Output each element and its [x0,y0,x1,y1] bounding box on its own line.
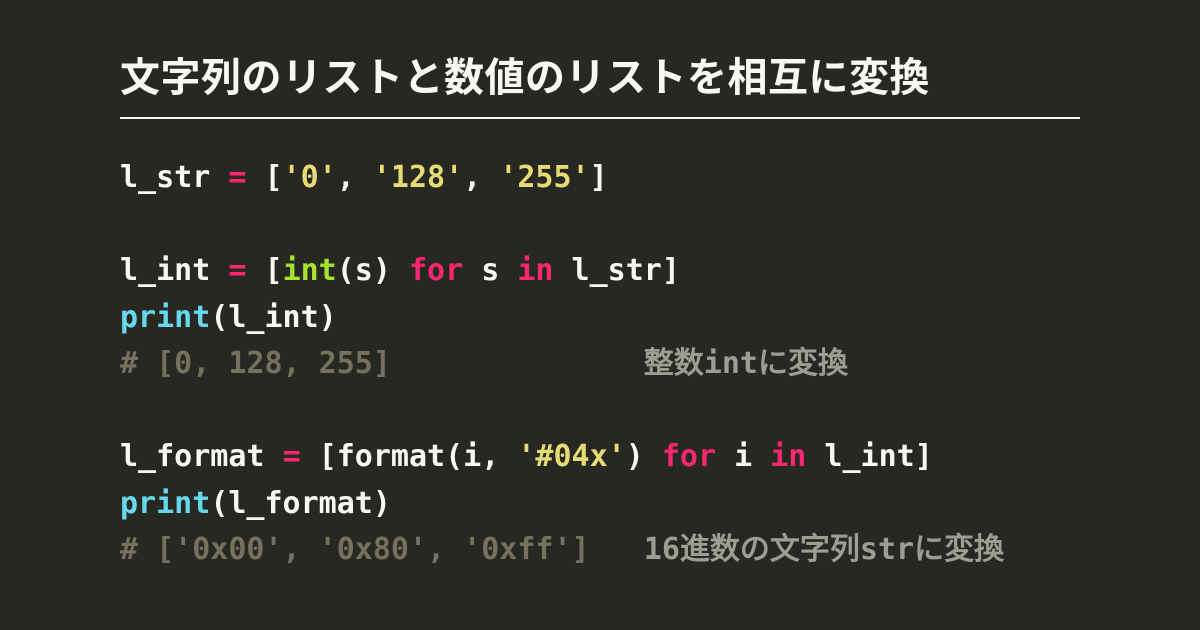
code-token: = [228,160,246,195]
code-token: i [716,439,770,474]
code-token: (l_int) [210,300,336,335]
code-token: l_int [120,253,228,288]
code-line: l_str = ['0', '128', '255'] [120,155,1080,202]
code-token: '#04x' [517,439,625,474]
code-token: print [120,300,210,335]
code-token: [ [246,253,282,288]
code-token: int [283,253,337,288]
code-token: (s) [337,253,409,288]
code-token: l_int [806,439,914,474]
page-title: 文字列のリストと数値のリストを相互に変換 [120,45,1080,119]
code-snippet: l_str = ['0', '128', '255'] l_int = [int… [120,155,1080,574]
code-token: # ['0x00', '0x80', '0xff'] [120,532,644,567]
code-token: '128' [373,160,463,195]
code-token: print [120,486,210,521]
code-token: [ [246,160,282,195]
code-token: [format(i, [301,439,518,474]
code-line: l_format = [format(i, '#04x') for i in l… [120,434,1080,481]
code-line: # [0, 128, 255] 整数intに変換 [120,341,1080,388]
code-token: 整数intに変換 [644,346,848,381]
code-line [120,388,1080,435]
code-token: in [770,439,806,474]
code-token: l_str [554,253,662,288]
code-token: , [463,160,499,195]
code-token: (l_format) [210,486,391,521]
code-line: print(l_int) [120,295,1080,342]
code-line [120,202,1080,249]
code-token: in [517,253,553,288]
code-token: 16進数の文字列strに変換 [644,532,1004,567]
code-line: print(l_format) [120,481,1080,528]
code-token: , [337,160,373,195]
code-token: for [662,439,716,474]
code-token: ] [915,439,933,474]
code-token: = [283,439,301,474]
code-token: = [228,253,246,288]
code-token: s [463,253,517,288]
code-token: ) [626,439,662,474]
code-line: # ['0x00', '0x80', '0xff'] 16進数の文字列strに変… [120,527,1080,574]
code-token: l_format [120,439,283,474]
code-token: '255' [499,160,589,195]
code-token: l_str [120,160,228,195]
code-token: ] [590,160,608,195]
code-token: '0' [283,160,337,195]
code-token: for [409,253,463,288]
code-line: l_int = [int(s) for s in l_str] [120,248,1080,295]
code-token: # [0, 128, 255] [120,346,644,381]
code-token: ] [662,253,680,288]
